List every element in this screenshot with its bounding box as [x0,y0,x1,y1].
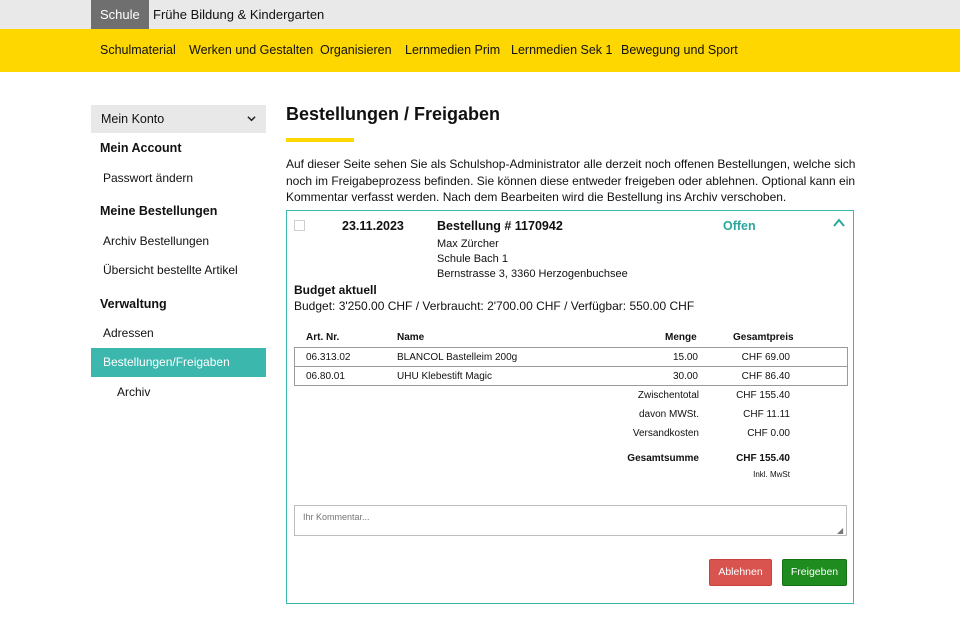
cell-art-nr: 06.80.01 [306,371,345,382]
nav-item-organisieren[interactable]: Organisieren [320,29,392,72]
cell-name: BLANCOL Bastelleim 200g [397,352,518,363]
column-header-total: Gesamtpreis [733,332,794,343]
order-date: 23.11.2023 [342,219,404,233]
table-row: 06.80.01 UHU Klebestift Magic 30.00 CHF … [295,367,847,386]
table-row: 06.313.02 BLANCOL Bastelleim 200g 15.00 … [295,348,847,367]
shipping-label: Versandkosten [632,428,699,439]
status-badge: Offen [723,219,756,233]
cell-art-nr: 06.313.02 [306,352,351,363]
grand-total-value: CHF 155.40 [736,453,790,464]
sidebar-item-addresses[interactable]: Adressen [103,326,154,340]
nav-item-lernmedien-prim[interactable]: Lernmedien Prim [405,29,500,72]
order-items-table: 06.313.02 BLANCOL Bastelleim 200g 15.00 … [294,347,848,386]
cell-name: UHU Klebestift Magic [397,371,493,382]
sidebar-item-password[interactable]: Passwort ändern [103,171,193,185]
tab-fruehe-bildung[interactable]: Frühe Bildung & Kindergarten [144,0,333,29]
column-header-art-nr: Art. Nr. [306,332,340,343]
nav-item-bewegung-und-sport[interactable]: Bewegung und Sport [621,29,738,72]
reject-button[interactable]: Ablehnen [709,559,772,586]
sidebar-heading-admin: Verwaltung [100,297,167,311]
order-select-checkbox[interactable] [294,220,305,231]
sidebar-item-approvals[interactable]: Bestellungen/Freigaben [91,348,266,377]
order-address-school: Schule Bach 1 [437,253,508,265]
shipping-value: CHF 0.00 [747,428,790,439]
sidebar-item-ordered-items[interactable]: Übersicht bestellte Artikel [103,263,238,277]
resize-grip-icon[interactable]: ◢ [837,526,843,535]
vat-value: CHF 11.11 [743,409,790,420]
nav-item-lernmedien-sek1[interactable]: Lernmedien Sek 1 [511,29,612,72]
subtotal-value: CHF 155.40 [736,390,790,401]
sidebar-item-order-archive[interactable]: Archiv Bestellungen [103,234,209,248]
order-number: Bestellung # 1170942 [437,219,563,233]
nav-item-schulmaterial[interactable]: Schulmaterial [100,29,176,72]
account-select-label: Mein Konto [101,112,165,126]
title-underline [286,138,354,142]
sidebar: Mein Konto Mein Account Passwort ändern … [91,105,266,399]
budget-text: Budget: 3'250.00 CHF / Verbraucht: 2'700… [294,299,695,313]
grand-total-label: Gesamtsumme [627,453,699,464]
sidebar-heading-orders: Meine Bestellungen [100,204,218,218]
cell-qty: 15.00 [672,352,698,363]
vat-label: davon MWSt. [638,409,699,420]
order-card: 23.11.2023 Bestellung # 1170942 Max Zürc… [286,210,854,604]
subtotal-label: Zwischentotal [637,390,699,401]
sidebar-item-archive[interactable]: Archiv [117,385,150,399]
cell-total: CHF 86.40 [741,371,790,382]
nav-item-werken-und-gestalten[interactable]: Werken und Gestalten [189,29,313,72]
top-bar: Schule Frühe Bildung & Kindergarten [0,0,960,29]
main-nav: Schulmaterial Werken und Gestalten Organ… [0,29,960,72]
comment-field[interactable] [294,505,847,536]
intro-text: Auf dieser Seite sehen Sie als Schulshop… [286,157,856,204]
incl-vat-note: Inkl. MwSt [753,470,790,479]
order-address-name: Max Zürcher [437,238,499,250]
cell-qty: 30.00 [672,371,698,382]
page-title: Bestellungen / Freigaben [286,104,501,124]
column-header-name: Name [397,332,425,343]
chevron-down-icon [247,105,256,133]
order-address-street: Bernstrasse 3, 3360 Herzogenbuchsee [437,268,628,280]
cell-total: CHF 69.00 [741,352,790,363]
chevron-up-icon[interactable] [832,216,848,232]
approve-button[interactable]: Freigeben [782,559,847,586]
column-header-qty: Menge [665,332,697,343]
budget-heading: Budget aktuell [294,283,377,297]
sidebar-heading-account: Mein Account [100,141,182,155]
tab-schule[interactable]: Schule [91,0,149,29]
account-select[interactable]: Mein Konto [91,105,266,133]
